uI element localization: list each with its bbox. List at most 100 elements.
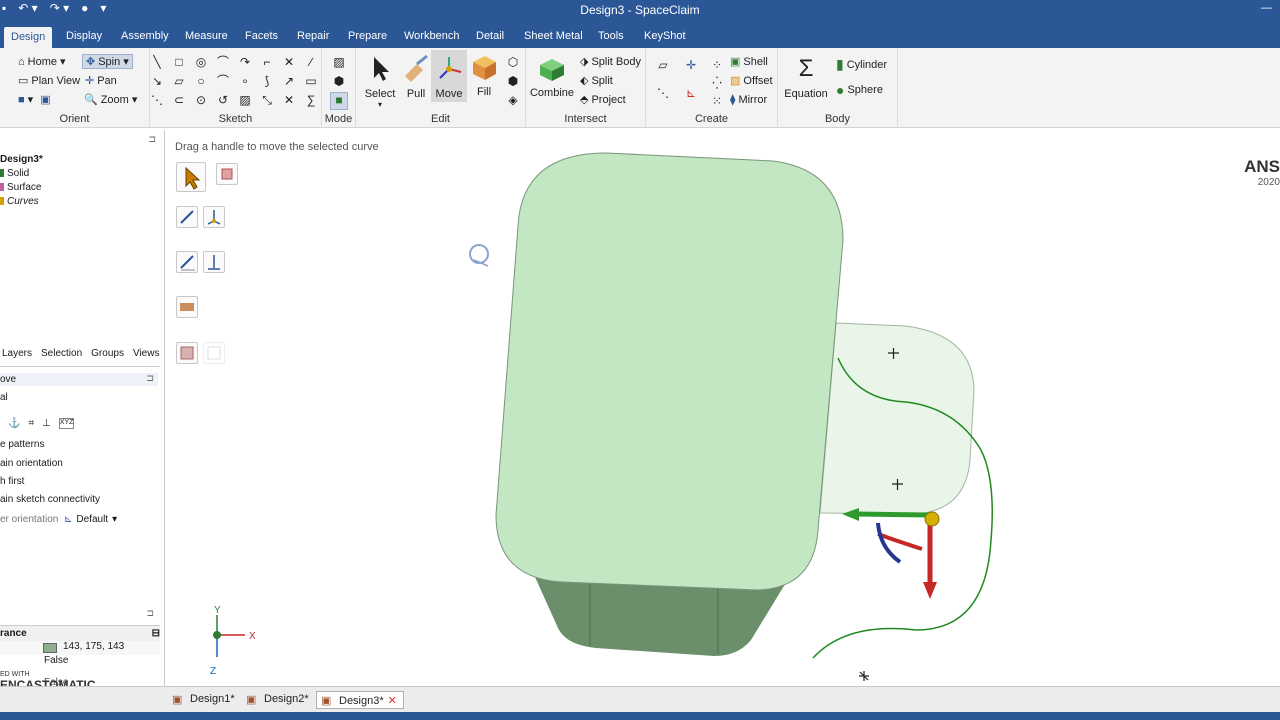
line-icon[interactable]: ╲ [150, 55, 164, 69]
circle-icon[interactable]: ◎ [194, 55, 208, 69]
tangent-line-icon[interactable]: ↘ [150, 74, 164, 88]
tab-selection[interactable]: Selection [41, 348, 82, 359]
tab-sheet-metal[interactable]: Sheet Metal [517, 26, 590, 48]
tab-design[interactable]: Design [4, 27, 53, 48]
linear-pattern-icon[interactable]: ⁛ [710, 76, 724, 90]
tab-views[interactable]: Views [133, 348, 160, 359]
ellipse-icon[interactable]: ○ [194, 74, 208, 88]
plane-icon[interactable]: ▱ [656, 58, 670, 72]
tab-layers[interactable]: Layers [2, 348, 32, 359]
sketch-mode-icon[interactable]: ▨ [332, 55, 346, 69]
pan-button[interactable]: ✛ Pan [85, 74, 117, 88]
replace-icon[interactable]: ⬢ [506, 74, 520, 88]
split-line-icon[interactable]: ✕ [282, 93, 296, 107]
move-handle[interactable] [842, 508, 940, 599]
tweak-face-icon[interactable]: ◈ [506, 93, 520, 107]
polygon-icon[interactable]: ▱ [172, 74, 186, 88]
tab-tools[interactable]: Tools [591, 26, 631, 48]
face-curve-icon[interactable]: ▨ [238, 93, 252, 107]
section-mode-icon[interactable]: ⬢ [332, 74, 346, 88]
plan-view-button[interactable]: ▭ Plan View [18, 74, 80, 88]
solid-body-face[interactable] [495, 152, 844, 591]
grid-pattern-icon[interactable]: ⁙ [710, 94, 724, 108]
sweep-arc-icon[interactable]: ↷ [238, 55, 252, 69]
tab-assembly[interactable]: Assembly [114, 26, 176, 48]
crosshair-marker[interactable] [859, 671, 869, 681]
home-button[interactable]: ⌂ Home ▾ [18, 55, 66, 69]
construction-line-icon[interactable]: ⋱ [150, 93, 164, 107]
orientation-dropdown[interactable]: ⊾ Default ▾ [64, 514, 117, 525]
tree-item-surface[interactable]: Surface [0, 180, 43, 194]
pin-icon[interactable]: ⊐ [148, 134, 156, 145]
tangent-arc-icon[interactable]: ⌐ [260, 55, 274, 69]
tree-item-solid[interactable]: Solid [0, 166, 43, 180]
rectangle-icon[interactable]: □ [172, 55, 186, 69]
doc-tab-design3[interactable]: ▣ Design3* ✕ [316, 691, 404, 709]
bend-icon[interactable]: ⟆ [260, 74, 274, 88]
project-button[interactable]: ⬘ Project [580, 93, 626, 107]
sum-icon[interactable]: ∑ [304, 93, 318, 107]
color-row[interactable]: 143, 175, 143 [0, 641, 160, 655]
xyz-icon[interactable]: XYZ [58, 418, 75, 429]
pin-icon[interactable]: ⊐ [146, 373, 154, 384]
shell-button[interactable]: ▣ Shell [730, 55, 768, 69]
axis-icon[interactable]: ⋱ [656, 86, 670, 100]
tab-prepare[interactable]: Prepare [341, 26, 394, 48]
blend-icon[interactable]: ⬡ [506, 55, 520, 69]
scale-icon[interactable]: ⤡ [260, 93, 274, 107]
move-button[interactable]: Move [431, 50, 467, 102]
spin-button[interactable]: ✥ Spin ▾ [82, 54, 133, 69]
origin-axis-icon[interactable]: ⊾ [684, 86, 698, 100]
arc-icon[interactable]: ⌒ [216, 55, 230, 69]
3d-mode-icon[interactable]: ■ [330, 92, 348, 110]
tab-repair[interactable]: Repair [290, 26, 336, 48]
zoom-button[interactable]: 🔍 Zoom ▾ [84, 93, 137, 107]
tab-measure[interactable]: Measure [178, 26, 235, 48]
view-cube-button[interactable]: ■ ▾ ▣ [18, 93, 51, 107]
point-array-icon[interactable]: ⁘ [710, 58, 724, 72]
slot-icon[interactable]: ⊂ [172, 93, 186, 107]
ruler-icon[interactable]: ⌗ [28, 418, 34, 429]
doc-tab-design2[interactable]: ▣ Design2* [242, 691, 315, 709]
align-icon[interactable]: ⊥ [42, 418, 51, 429]
spline-icon[interactable]: ∕ [304, 55, 318, 69]
collapse-icon[interactable]: ⊟ [152, 628, 160, 639]
tab-display[interactable]: Display [59, 26, 109, 48]
fill-button[interactable]: Fill [466, 52, 502, 98]
offset-curve-icon[interactable]: ↗ [282, 74, 296, 88]
select-button[interactable]: Select ▾ [360, 54, 400, 109]
mirror-button[interactable]: ⧫ Mirror [730, 93, 767, 107]
close-icon[interactable]: ✕ [388, 695, 397, 707]
option-item[interactable]: ain orientation [0, 458, 63, 469]
split-body-button[interactable]: ⬗ Split Body [580, 55, 641, 69]
rotate-icon[interactable]: ↺ [216, 93, 230, 107]
offset-button[interactable]: ▧ Offset [730, 74, 773, 88]
tab-keyshot[interactable]: KeyShot [637, 26, 693, 48]
option-item[interactable]: h first [0, 476, 24, 487]
point-icon[interactable]: ∘ [238, 74, 252, 88]
sphere-button[interactable]: ● Sphere [836, 82, 883, 98]
tree-item-curves[interactable]: Curves [0, 194, 43, 208]
equation-button[interactable]: Σ Equation [782, 54, 830, 100]
origin-icon[interactable]: ✛ [684, 58, 698, 72]
tab-detail[interactable]: Detail [469, 26, 511, 48]
combine-button[interactable]: Combine [530, 53, 574, 99]
tab-workbench[interactable]: Workbench [397, 26, 466, 48]
cylinder-button[interactable]: ▮ Cylinder [836, 56, 887, 73]
false-row[interactable]: False [0, 655, 160, 669]
3d-viewport[interactable]: Drag a handle to move the selected curve… [166, 130, 1280, 686]
tab-facets[interactable]: Facets [238, 26, 285, 48]
pull-button[interactable]: Pull [396, 54, 436, 100]
anchor-icon[interactable]: ⚓ [8, 418, 20, 429]
three-point-arc-icon[interactable]: ⌒ [216, 74, 230, 88]
trim-icon[interactable]: ✕ [282, 55, 296, 69]
split-button[interactable]: ⬖ Split [580, 74, 613, 88]
project-curve-icon[interactable]: ▭ [304, 74, 318, 88]
pin-icon[interactable]: ⊐ [146, 608, 154, 619]
doc-tab-design1[interactable]: ▣ Design1* [168, 691, 241, 709]
option-item[interactable]: ain sketch connectivity [0, 494, 100, 505]
tree-root[interactable]: Design3* [0, 152, 43, 166]
tab-groups[interactable]: Groups [91, 348, 124, 359]
option-item[interactable]: e patterns [0, 439, 44, 450]
three-point-circle-icon[interactable]: ⊙ [194, 93, 208, 107]
